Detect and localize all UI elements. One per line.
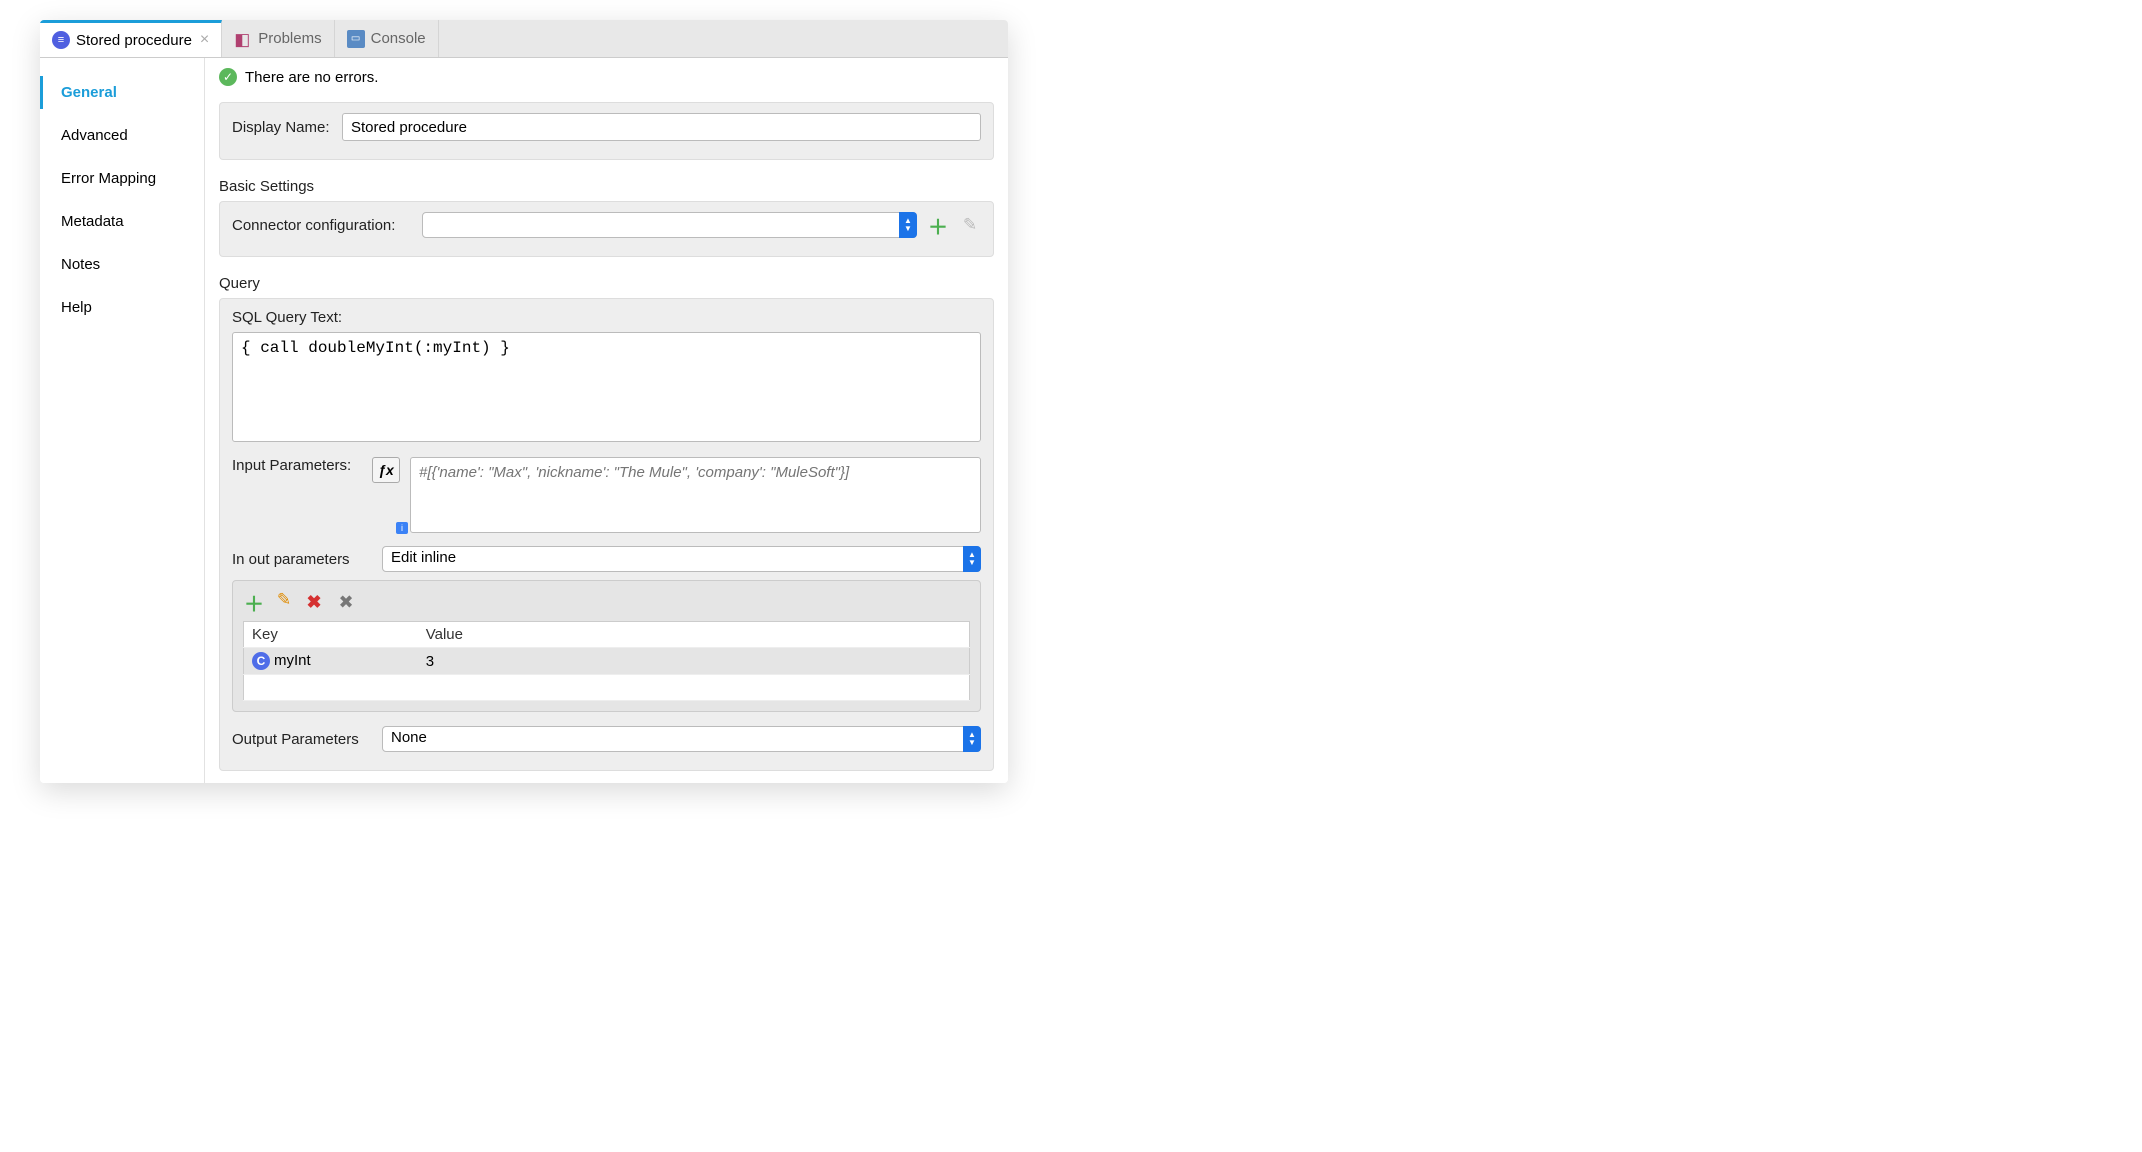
sidebar: General Advanced Error Mapping Metadata … [40, 58, 205, 783]
add-config-button[interactable]: ＋ [927, 214, 949, 236]
sidebar-item-metadata[interactable]: Metadata [40, 205, 204, 238]
chevron-up-down-icon: ▲▼ [899, 212, 917, 238]
edit-param-button[interactable] [275, 591, 293, 609]
info-icon: i [396, 522, 408, 534]
db-icon: ≡ [52, 31, 70, 49]
in-out-params-select[interactable]: Edit inline [382, 546, 981, 572]
table-row[interactable]: CmyInt 3 [244, 648, 970, 675]
console-icon: ▭ [347, 30, 365, 48]
chevron-up-down-icon: ▲▼ [963, 726, 981, 752]
param-value: 3 [418, 648, 970, 675]
sidebar-item-error-mapping[interactable]: Error Mapping [40, 162, 204, 195]
tab-console[interactable]: ▭ Console [335, 20, 439, 57]
in-out-params-panel: ＋ ✖ ✖ Key Value [232, 580, 981, 712]
table-row[interactable] [244, 675, 970, 701]
sql-query-textarea[interactable] [232, 332, 981, 442]
table-header-value: Value [418, 622, 970, 648]
display-name-label: Display Name: [232, 119, 332, 136]
table-header-key: Key [244, 622, 418, 648]
tab-problems[interactable]: Problems [222, 20, 334, 57]
fx-button[interactable]: ƒx [372, 457, 400, 483]
param-type-icon: C [252, 652, 270, 670]
in-out-params-label: In out parameters [232, 551, 372, 568]
check-icon: ✓ [219, 68, 237, 86]
tabs-bar: ≡ Stored procedure × Problems ▭ Console [40, 20, 1008, 58]
problems-icon [234, 30, 252, 48]
add-param-button[interactable]: ＋ [243, 591, 265, 613]
clear-params-button[interactable]: ✖ [335, 591, 357, 613]
sidebar-item-notes[interactable]: Notes [40, 248, 204, 281]
sidebar-item-general[interactable]: General [40, 76, 204, 109]
delete-param-button[interactable]: ✖ [303, 591, 325, 613]
status-row: ✓ There are no errors. [205, 58, 1008, 96]
input-params-textarea[interactable] [410, 457, 981, 533]
tab-label: Console [371, 30, 426, 47]
close-icon[interactable]: × [200, 31, 209, 49]
sidebar-item-help[interactable]: Help [40, 291, 204, 324]
param-key: myInt [274, 652, 311, 669]
tab-label: Problems [258, 30, 321, 47]
params-table: Key Value CmyInt 3 [243, 621, 970, 701]
input-params-label: Input Parameters: [232, 457, 362, 474]
status-text: There are no errors. [245, 69, 378, 86]
sql-query-label: SQL Query Text: [232, 309, 981, 326]
basic-settings-title: Basic Settings [219, 178, 994, 195]
connector-config-label: Connector configuration: [232, 217, 412, 234]
connector-config-select[interactable] [422, 212, 917, 238]
output-params-select[interactable]: None [382, 726, 981, 752]
output-params-label: Output Parameters [232, 731, 372, 748]
query-title: Query [219, 275, 994, 292]
sidebar-item-advanced[interactable]: Advanced [40, 119, 204, 152]
content: ✓ There are no errors. Display Name: Bas… [205, 58, 1008, 783]
display-name-input[interactable] [342, 113, 981, 141]
tab-stored-procedure[interactable]: ≡ Stored procedure × [40, 20, 222, 57]
tab-label: Stored procedure [76, 32, 192, 49]
edit-config-button[interactable]: ✎ [959, 214, 981, 236]
chevron-up-down-icon: ▲▼ [963, 546, 981, 572]
